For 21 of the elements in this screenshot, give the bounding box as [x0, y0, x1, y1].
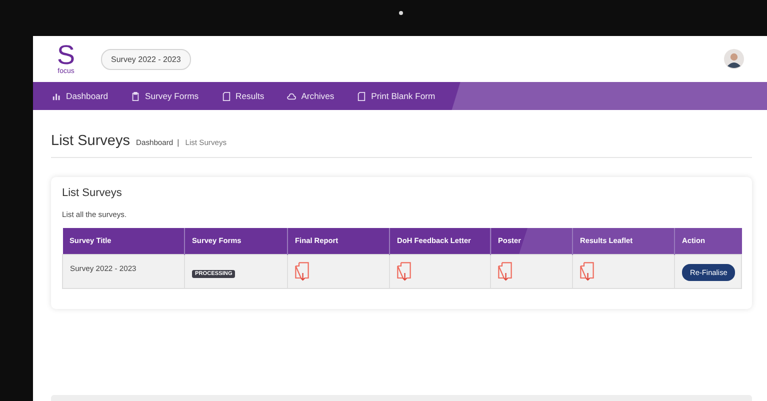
cloud-icon: [287, 92, 296, 100]
file-download-icon[interactable]: [295, 262, 309, 280]
document-icon: [357, 92, 366, 100]
nav-item[interactable]: Print Blank Form: [357, 91, 436, 101]
card-title: List Surveys: [62, 187, 123, 199]
file-download-icon[interactable]: [397, 262, 411, 280]
bar-chart-icon: [52, 92, 61, 100]
avatar-icon[interactable]: [724, 49, 744, 69]
nav-item[interactable]: Survey Forms: [131, 91, 199, 101]
nav-item[interactable]: Dashboard: [52, 91, 108, 101]
clipboard-icon: [131, 92, 140, 100]
camera-icon: [399, 11, 403, 15]
file-download-icon[interactable]: [580, 262, 594, 280]
breadcrumb-separator: |: [177, 138, 180, 147]
file-download-icon[interactable]: [498, 262, 512, 280]
nav-item[interactable]: Archives: [287, 91, 334, 101]
document-icon: [222, 92, 231, 100]
survey-selector[interactable]: Survey 2022 - 2023: [101, 48, 191, 70]
page-title: List Surveys: [51, 133, 130, 149]
nav-item[interactable]: Results: [222, 91, 264, 101]
table-cell: Survey 2022 - 2023: [70, 264, 136, 273]
